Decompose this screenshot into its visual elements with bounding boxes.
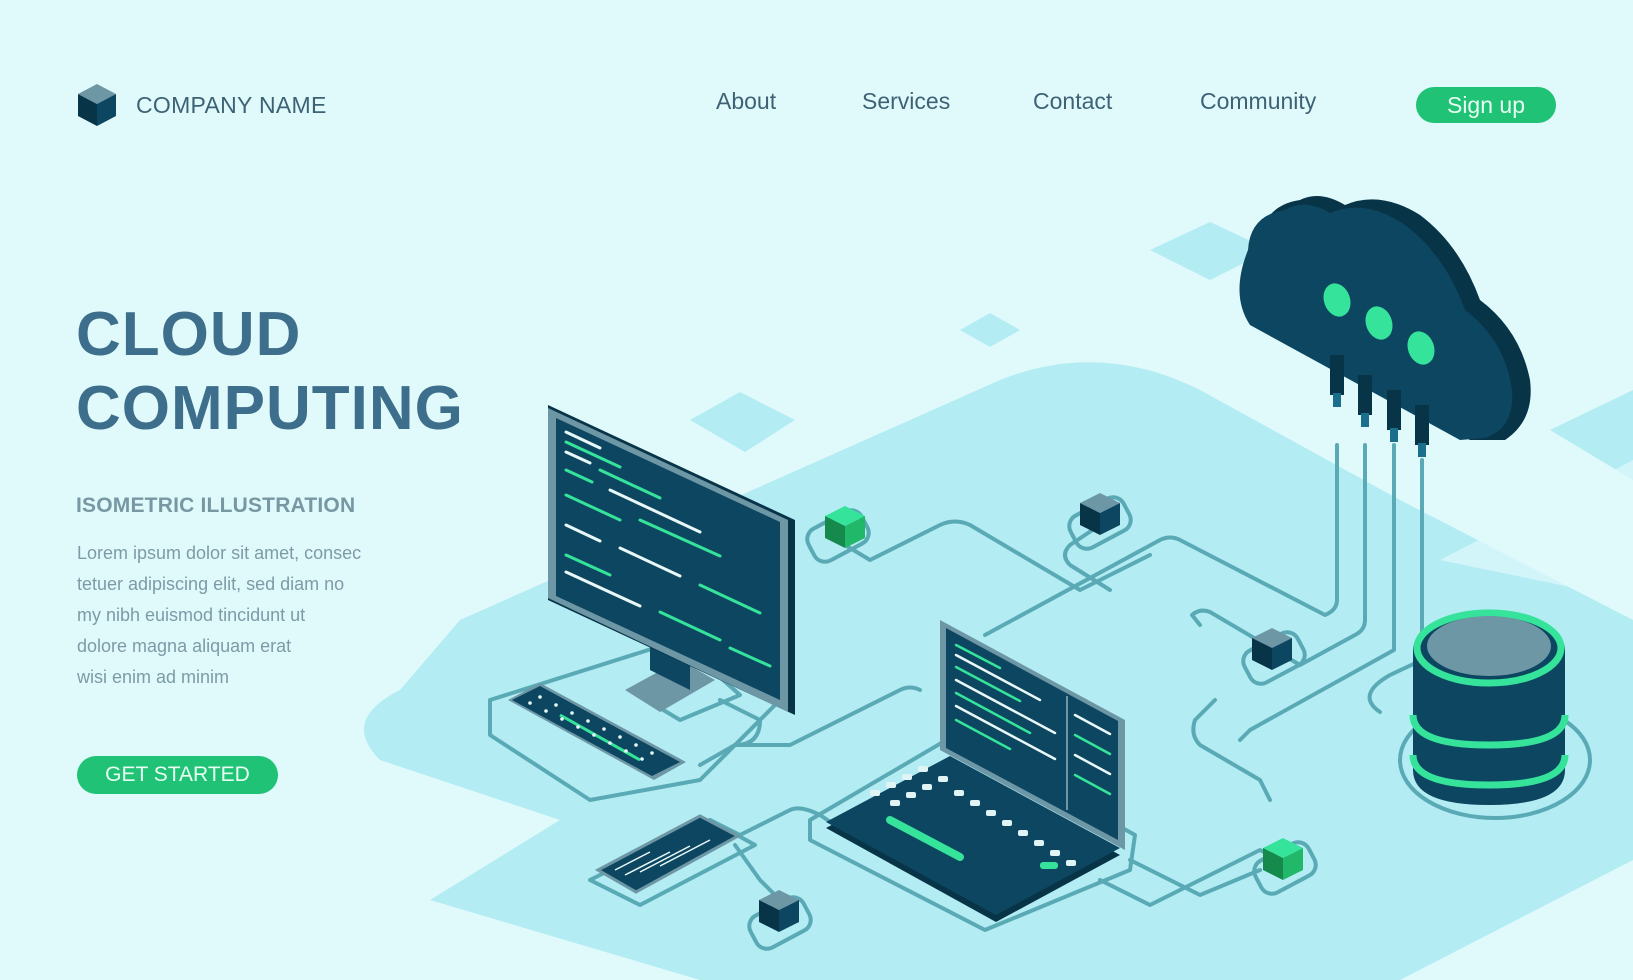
get-started-button[interactable]: GET STARTED bbox=[77, 756, 278, 794]
description-line: Lorem ipsum dolor sit amet, consec bbox=[77, 543, 362, 563]
nav-link-contact[interactable]: Contact bbox=[1033, 88, 1112, 115]
description-line: tetuer adipiscing elit, sed diam no bbox=[77, 574, 345, 594]
hero-title-block: CLOUD COMPUTING bbox=[76, 298, 496, 446]
nav-link-about[interactable]: About bbox=[716, 88, 776, 115]
nav-link-community[interactable]: Community bbox=[1200, 88, 1316, 115]
hero-description: Lorem ipsum dolor sit amet, consec tetue… bbox=[77, 538, 417, 693]
description-line: my nibh euismod tincidunt ut bbox=[77, 605, 306, 625]
hero-title-line-1: CLOUD bbox=[76, 300, 302, 369]
description-line: wisi enim ad minim bbox=[77, 667, 230, 687]
hero-title-line-2: COMPUTING bbox=[76, 374, 464, 443]
hero-subtitle: ISOMETRIC ILLUSTRATION bbox=[76, 494, 356, 517]
description-line: dolore magna aliquam erat bbox=[77, 636, 292, 656]
cube-icon bbox=[78, 84, 116, 126]
database-icon bbox=[1409, 609, 1569, 805]
brand[interactable]: COMPANY NAME bbox=[76, 82, 327, 128]
signup-button[interactable]: Sign up bbox=[1416, 87, 1556, 123]
site-header: COMPANY NAME About Services Contact Comm… bbox=[0, 0, 1633, 200]
nav-link-services[interactable]: Services bbox=[862, 88, 950, 115]
cloud-icon bbox=[1239, 196, 1531, 457]
hero-title: CLOUD COMPUTING bbox=[76, 298, 496, 446]
company-name: COMPANY NAME bbox=[136, 91, 327, 118]
